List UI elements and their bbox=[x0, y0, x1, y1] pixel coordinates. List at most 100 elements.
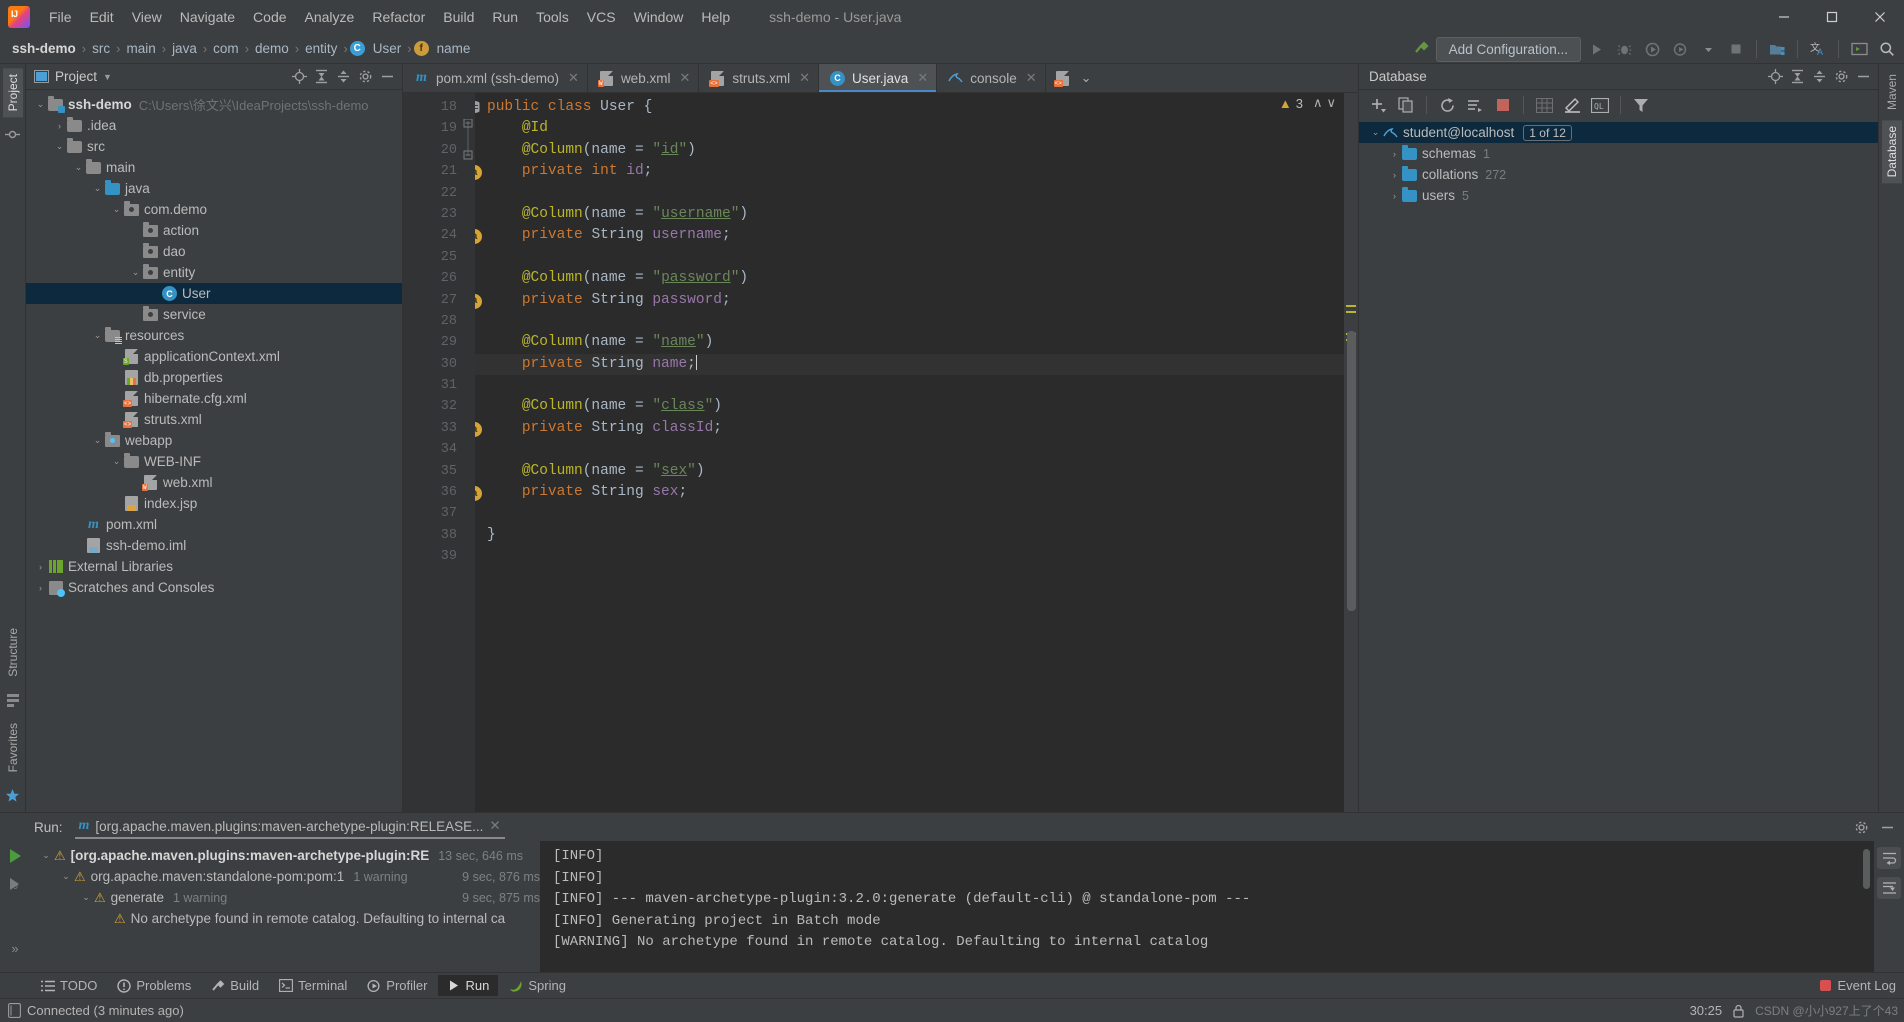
favorites-star-icon[interactable] bbox=[3, 785, 23, 805]
code-line-24[interactable]: private String username; bbox=[487, 225, 1358, 246]
gutter-line-37[interactable]: 37 bbox=[403, 503, 461, 524]
gutter-line-31[interactable]: 31 bbox=[403, 375, 461, 396]
chevron-down-icon[interactable]: ⌄ bbox=[1369, 127, 1382, 138]
chevron-down-icon[interactable]: ⌄ bbox=[91, 330, 104, 341]
breadcrumb-item-user[interactable]: C User bbox=[349, 39, 406, 58]
gutter-line-30[interactable]: 30a bbox=[403, 354, 482, 375]
breadcrumb-item-name[interactable]: f name bbox=[413, 39, 475, 58]
debug-icon[interactable] bbox=[1611, 36, 1637, 62]
gutter-line-19[interactable]: 19 bbox=[403, 118, 461, 139]
db-node-schemas[interactable]: › schemas 1 bbox=[1359, 143, 1878, 164]
tree-node-applicationcontext-xml[interactable]: applicationContext.xml bbox=[26, 346, 402, 367]
db-node-student@localhost[interactable]: ⌄ student@localhost 1 of 12 bbox=[1359, 122, 1878, 143]
tree-node-index-jsp[interactable]: index.jsp bbox=[26, 493, 402, 514]
hide-panel-icon[interactable] bbox=[376, 66, 398, 88]
tree-node-dao[interactable]: dao bbox=[26, 241, 402, 262]
translate-icon[interactable]: 文A bbox=[1805, 36, 1831, 62]
tree-node-external-libraries[interactable]: › External Libraries bbox=[26, 556, 402, 577]
code-line-32[interactable]: @Column(name = "class") bbox=[487, 396, 1358, 417]
menu-view[interactable]: View bbox=[123, 5, 171, 29]
close-tab-icon[interactable]: ✕ bbox=[679, 70, 690, 86]
refresh-icon[interactable] bbox=[1434, 93, 1460, 117]
menu-build[interactable]: Build bbox=[434, 5, 483, 29]
menu-analyze[interactable]: Analyze bbox=[296, 5, 364, 29]
chevron-right-icon[interactable]: › bbox=[1388, 170, 1401, 180]
scroll-to-end-icon[interactable] bbox=[1877, 877, 1901, 899]
editor-tab-pom-xml-ssh-demo-[interactable]: m pom.xml (ssh-demo) ✕ bbox=[403, 64, 588, 92]
tree-node-resources[interactable]: ⌄ resources bbox=[26, 325, 402, 346]
run-with-coverage-icon[interactable] bbox=[1639, 36, 1665, 62]
menu-vcs[interactable]: VCS bbox=[578, 5, 625, 29]
tree-node-src[interactable]: ⌄ src bbox=[26, 136, 402, 157]
code-line-35[interactable]: @Column(name = "sex") bbox=[487, 461, 1358, 482]
tree-node-scratches-and-consoles[interactable]: › Scratches and Consoles bbox=[26, 577, 402, 598]
next-problem-icon[interactable]: ∨ bbox=[1326, 95, 1336, 111]
gutter-line-26[interactable]: 26 bbox=[403, 268, 461, 289]
chevron-down-icon[interactable]: ⌄ bbox=[58, 871, 74, 882]
tree-node-entity[interactable]: ⌄ entity bbox=[26, 262, 402, 283]
editor-tab-console[interactable]: console ✕ bbox=[937, 64, 1046, 92]
code-line-34[interactable] bbox=[487, 439, 1358, 460]
gutter-line-20[interactable]: 20 bbox=[403, 140, 461, 161]
run-configuration-tab[interactable]: m [org.apache.maven.plugins:maven-archet… bbox=[74, 815, 505, 839]
code-line-37[interactable] bbox=[487, 503, 1358, 524]
collapse-all-icon[interactable] bbox=[1808, 66, 1830, 88]
code-line-21[interactable]: private int id; bbox=[487, 161, 1358, 182]
tool-tab-maven[interactable]: Maven bbox=[1882, 68, 1902, 116]
tree-node-db-properties[interactable]: db.properties bbox=[26, 367, 402, 388]
tree-node-web-inf[interactable]: ⌄ WEB-INF bbox=[26, 451, 402, 472]
run-tree-row[interactable]: ⌄ ⚠ org.apache.maven:standalone-pom:pom:1 1… bbox=[30, 866, 540, 887]
chevron-down-icon[interactable]: ⌄ bbox=[34, 99, 47, 110]
run-tree-row[interactable]: ⚠ No archetype found in remote catalog. D… bbox=[30, 908, 540, 929]
edit-icon[interactable] bbox=[1559, 93, 1585, 117]
stop-icon[interactable] bbox=[1723, 36, 1749, 62]
xml-icon[interactable] bbox=[1053, 70, 1071, 87]
run-result-tree[interactable]: ⌄ ⚠ [org.apache.maven.plugins:maven-archet… bbox=[30, 841, 540, 972]
bookmark-icon[interactable] bbox=[3, 690, 23, 710]
breadcrumb-item-com[interactable]: com bbox=[209, 39, 243, 58]
settings-icon[interactable] bbox=[1850, 816, 1872, 838]
console-output[interactable]: [INFO] [INFO] [INFO] --- maven-archetype-p… bbox=[540, 841, 1874, 972]
menu-code[interactable]: Code bbox=[244, 5, 295, 29]
run-tree-row[interactable]: ⌄ ⚠ generate 1 warning 9 sec, 875 ms bbox=[30, 887, 540, 908]
menu-refactor[interactable]: Refactor bbox=[363, 5, 434, 29]
chevron-down-icon[interactable]: ⌄ bbox=[91, 435, 104, 446]
gutter-line-27[interactable]: 27a bbox=[403, 290, 482, 311]
lock-icon[interactable] bbox=[1732, 1004, 1745, 1018]
gutter-line-35[interactable]: 35 bbox=[403, 461, 461, 482]
gutter-line-25[interactable]: 25 bbox=[403, 247, 461, 268]
gutter-line-28[interactable]: 28 bbox=[403, 311, 461, 332]
close-button[interactable] bbox=[1856, 0, 1904, 34]
console-scrollbar-thumb[interactable] bbox=[1863, 849, 1870, 889]
schema-selector-badge[interactable]: 1 of 12 bbox=[1523, 124, 1572, 141]
build-hammer-icon[interactable] bbox=[1408, 36, 1434, 62]
chevron-down-icon[interactable]: ▼ bbox=[103, 72, 112, 82]
terminal-icon[interactable] bbox=[1846, 36, 1872, 62]
tree-node-main[interactable]: ⌄ main bbox=[26, 157, 402, 178]
code-line-33[interactable]: private String classId; bbox=[487, 418, 1358, 439]
filter-icon[interactable] bbox=[1628, 93, 1654, 117]
chevron-right-icon[interactable]: › bbox=[1388, 149, 1401, 159]
close-tab-icon[interactable]: ✕ bbox=[917, 70, 928, 86]
locate-icon[interactable] bbox=[288, 66, 310, 88]
tool-window-button-todo[interactable]: TODO bbox=[32, 975, 106, 996]
collapse-all-icon[interactable] bbox=[332, 66, 354, 88]
project-panel-title[interactable]: Project ▼ bbox=[34, 69, 112, 84]
wrap-text-icon[interactable] bbox=[1877, 847, 1901, 869]
editor-tab-struts-xml[interactable]: struts.xml ✕ bbox=[699, 64, 820, 92]
gutter-line-18[interactable]: 18 bbox=[403, 97, 480, 118]
locate-icon[interactable] bbox=[1764, 66, 1786, 88]
database-tree[interactable]: ⌄ student@localhost 1 of 12 › schemas 1 › colla… bbox=[1359, 120, 1878, 812]
code-line-26[interactable]: @Column(name = "password") bbox=[487, 268, 1358, 289]
tool-window-button-spring[interactable]: Spring bbox=[500, 975, 575, 996]
db-node-collations[interactable]: › collations 272 bbox=[1359, 164, 1878, 185]
caret-position[interactable]: 30:25 bbox=[1690, 1003, 1723, 1018]
chevron-right-icon[interactable]: › bbox=[1388, 191, 1401, 201]
query-console-icon[interactable]: QL bbox=[1587, 93, 1613, 117]
gutter-line-32[interactable]: 32 bbox=[403, 396, 461, 417]
gutter-line-22[interactable]: 22 bbox=[403, 183, 461, 204]
chevron-down-icon[interactable]: ⌄ bbox=[110, 204, 123, 215]
chevron-down-icon[interactable]: ⌄ bbox=[38, 850, 54, 861]
tree-node-com-demo[interactable]: ⌄ com.demo bbox=[26, 199, 402, 220]
gutter-line-24[interactable]: 24a bbox=[403, 225, 482, 246]
